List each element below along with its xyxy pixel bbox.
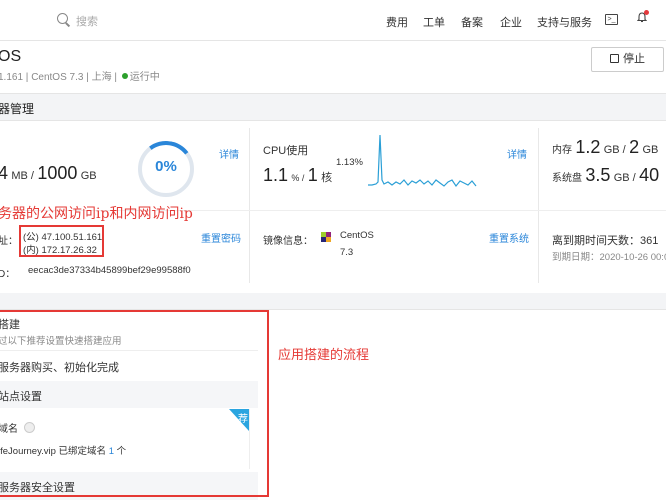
instance-name: OS (0, 48, 22, 65)
memory-usage: 内存 1.2 GB / 2 GB (552, 137, 658, 158)
system-disk-usage: 系统盘 3.5 GB / 40 (552, 165, 659, 186)
instance-region: 上海 (91, 72, 112, 83)
cpu-detail-link[interactable]: 详情 (507, 146, 527, 161)
reset-password-link[interactable]: 重置密码 (201, 230, 241, 245)
image-label: 镜像信息： (263, 236, 313, 247)
cpu-title: CPU使用 (263, 145, 309, 157)
stop-button[interactable]: 停止 (591, 47, 664, 72)
disk-used-value: 4 (0, 163, 9, 183)
terminal-icon[interactable]: >_ (605, 14, 618, 25)
search-input[interactable]: 搜索 (76, 13, 98, 29)
nav-fees[interactable]: 费用 (386, 14, 408, 30)
stop-button-label: 停止 (623, 53, 645, 65)
cpu-peak: 1.13% (336, 157, 363, 168)
annotation-flow-box (0, 310, 269, 497)
section-title: 器管理 (0, 102, 35, 116)
cpu-sparkline (368, 134, 477, 188)
instance-os: CentOS 7.3 (31, 72, 84, 83)
divider (538, 128, 539, 283)
disk-total-value: 1000 (37, 163, 78, 183)
centos-logo-icon (321, 232, 331, 242)
cpu-value-unit: % / (291, 173, 305, 183)
instance-meta: 1.161 | CentOS 7.3 | 上海 | 运行中 (0, 72, 160, 83)
annotation-flow: 应用搭建的流程 (278, 348, 370, 363)
memory-used: 1.2 (575, 137, 601, 157)
reset-system-link[interactable]: 重置系统 (489, 230, 529, 245)
status-dot-icon (121, 73, 128, 79)
nav-tickets[interactable]: 工单 (423, 14, 445, 30)
cpu-cores: 1 (307, 165, 318, 185)
memory-total-unit: GB (642, 144, 659, 156)
instance-status: 运行中 (129, 72, 160, 83)
memory-label: 内存 (552, 145, 572, 156)
expiry-days: 离到期时间天数：361 (552, 235, 659, 247)
instance-id-label: D： (0, 269, 16, 280)
image-version: 7.3 (340, 247, 354, 258)
instance-id: eecac3de37334b45899bef29e99588f0 (28, 265, 191, 276)
disk-detail-link[interactable]: 详情 (219, 146, 239, 161)
instance-ip-fragment: 1.161 (0, 72, 24, 83)
public-ip: (公) 47.100.51.161 (23, 232, 103, 243)
disk-percent: 0% (155, 158, 177, 175)
nav-filing[interactable]: 备案 (461, 14, 483, 30)
memory-total: 2 (629, 137, 640, 157)
address-label: 址： (0, 236, 18, 247)
disk-total-unit: GB (80, 170, 97, 182)
expiry-date: 到期日期：2020-10-26 00:0 (552, 252, 666, 263)
notification-badge (644, 10, 649, 15)
memory-used-unit: GB / (603, 144, 626, 156)
private-ip: (内) 172.17.26.32 (23, 245, 97, 256)
system-disk-unit: GB / (613, 172, 636, 184)
nav-support[interactable]: 支持与服务 (537, 14, 592, 30)
cpu-value: 1.1 (263, 165, 289, 185)
annotation-ip: 务器的公网访问ip和内网访问ip (0, 206, 193, 222)
cpu-cores-unit: 核 (321, 172, 333, 184)
stop-icon (610, 54, 619, 63)
nav-enterprise[interactable]: 企业 (500, 14, 522, 30)
system-disk-total: 40 (639, 165, 660, 185)
search-icon[interactable] (57, 13, 68, 24)
disk-used-unit: MB / (11, 170, 34, 182)
system-disk-label: 系统盘 (552, 173, 582, 184)
image-name: CentOS (340, 230, 374, 241)
disk-usage: 4 MB / 1000 GB (0, 163, 97, 184)
cpu-usage: 1.1 % / 1 核 (263, 165, 332, 186)
system-disk-used: 3.5 (585, 165, 611, 185)
divider (249, 128, 250, 283)
